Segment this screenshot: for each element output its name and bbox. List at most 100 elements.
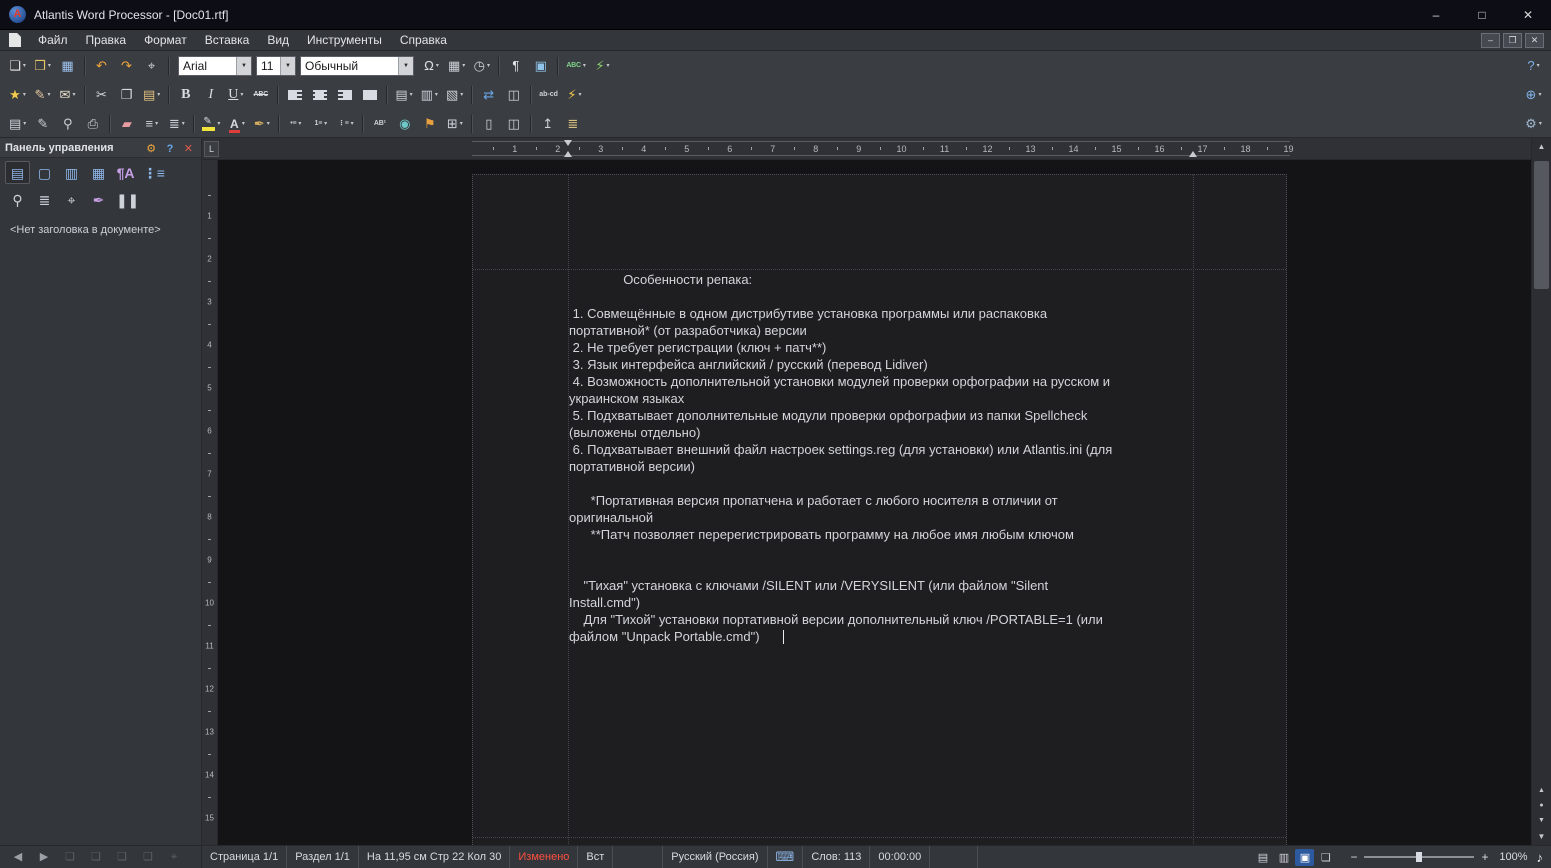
scroll-down-button[interactable]: ▼ <box>1532 828 1551 845</box>
paste-button[interactable]: ▤ ▾ <box>140 84 163 106</box>
options-button[interactable]: ⚙ ▾ <box>1522 113 1545 135</box>
status-modified[interactable]: Изменено <box>510 846 579 868</box>
panel-settings-icon[interactable]: ⚙ <box>146 143 156 155</box>
paragraph[interactable]: "Тихая" установка с ключами /SILENT или … <box>569 577 1193 611</box>
panel-fields-button[interactable]: ▦ <box>86 161 111 184</box>
window-minimize-button[interactable]: – <box>1413 0 1459 29</box>
paragraph[interactable] <box>569 560 1193 577</box>
menu-edit[interactable]: Правка <box>77 31 136 49</box>
nav-forward-button[interactable]: ▶ <box>32 848 56 867</box>
menu-tools[interactable]: Инструменты <box>298 31 391 49</box>
paragraph[interactable]: 3. Язык интерфейса английский / русский … <box>569 356 1193 373</box>
paragraph[interactable] <box>569 288 1193 305</box>
browse-target-button[interactable]: ● <box>1532 798 1551 813</box>
view-web-button[interactable]: ▥ <box>1274 849 1293 866</box>
nav-prev-page-button[interactable]: ❑ <box>110 848 134 867</box>
doc-minimize-button[interactable]: – <box>1481 32 1500 48</box>
columns-one-button[interactable]: ▯ ▾ <box>477 113 500 135</box>
sync-scroll-button[interactable]: ⇄ ▾ <box>477 84 500 106</box>
scrollbar-track[interactable] <box>1532 155 1551 783</box>
eraser-button[interactable]: ▰ ▾ <box>115 113 138 135</box>
menu-help[interactable]: Справка <box>391 31 456 49</box>
redo-button[interactable]: ↷ ▾ <box>115 55 138 77</box>
underline-button[interactable]: U ▾ <box>224 84 247 106</box>
zoom-slider[interactable] <box>1364 852 1475 862</box>
left-indent-marker[interactable] <box>564 151 572 157</box>
insert-frame-button[interactable]: ▥ ▾ <box>418 84 441 106</box>
side-by-side-button[interactable]: ◫ ▾ <box>502 84 525 106</box>
font-name-combo[interactable]: Arial ▼ <box>178 55 252 76</box>
panel-styles-button[interactable]: ¶A <box>113 161 138 184</box>
font-color-button[interactable]: A ▾ <box>225 113 248 135</box>
scrollbar-thumb[interactable] <box>1534 161 1549 289</box>
status-position[interactable]: На 11,95 см Стр 22 Кол 30 <box>359 846 511 868</box>
insert-field-button[interactable]: ▦ ▾ <box>445 55 468 77</box>
panel-headings-button[interactable]: ▤ <box>5 161 30 184</box>
tab-stop-selector[interactable]: L <box>204 141 219 157</box>
outline-numbering-button[interactable]: ⋮≡ ▾ <box>334 113 357 135</box>
print-preview-button[interactable]: ▣ ▾ <box>529 55 552 77</box>
cut-button[interactable]: ✂ ▾ <box>90 84 113 106</box>
autocorrect-button[interactable]: ⚡ ▾ <box>591 55 614 77</box>
status-insert-mode[interactable]: Вст <box>578 846 614 868</box>
save-special-button[interactable]: ✎ ▾ <box>31 84 54 106</box>
zoom-slider-thumb[interactable] <box>1416 852 1423 862</box>
status-word-count[interactable]: Слов: 113 <box>803 846 871 868</box>
menu-format[interactable]: Формат <box>135 31 196 49</box>
strikethrough-button[interactable]: ABC ▾ <box>249 84 272 106</box>
view-fullscreen-button[interactable]: ❏ <box>1316 849 1335 866</box>
paragraph[interactable]: **Патч позволяет перерегистрировать прог… <box>569 526 1193 543</box>
panel-help-icon[interactable]: ? <box>167 143 174 155</box>
status-language[interactable]: Русский (Россия) <box>663 846 768 868</box>
font-size-combo[interactable]: 11 ▼ <box>256 55 296 76</box>
edit-document-button[interactable]: ✎ ▾ <box>31 113 54 135</box>
panel-close-icon[interactable]: ✕ <box>184 143 193 155</box>
document-page[interactable]: Особенности репака: 1. Совмещённые в одн… <box>472 174 1287 845</box>
paragraph-spacing-button[interactable]: ≣ ▾ <box>165 113 188 135</box>
spellcheck-button[interactable]: ABC ▾ <box>563 55 589 77</box>
document-area[interactable]: Особенности репака: 1. Совмещённые в одн… <box>218 160 1531 845</box>
scroll-up-button[interactable]: ▲ <box>1532 138 1551 155</box>
bold-button[interactable]: B ▾ <box>174 84 197 106</box>
panel-lists-button[interactable]: ⋮≡ <box>140 161 168 184</box>
paragraph[interactable] <box>569 543 1193 560</box>
help-button[interactable]: ? ▾ <box>1522 55 1545 77</box>
flash-format-button[interactable]: ⚡ ▾ <box>563 84 586 106</box>
paragraph[interactable]: 2. Не требует регистрации (ключ + патч**… <box>569 339 1193 356</box>
align-justify-button[interactable]: ▾ <box>358 84 381 106</box>
browse-next-button[interactable]: ▼ <box>1532 813 1551 828</box>
paragraph[interactable] <box>569 475 1193 492</box>
nav-back-button[interactable]: ◀ <box>6 848 30 867</box>
print-button[interactable]: ⎙ ▾ <box>81 113 104 135</box>
paragraph-style-combo[interactable]: Обычный ▼ <box>300 55 414 76</box>
find-button[interactable]: ⌖ ▾ <box>140 55 163 77</box>
combo-arrow-icon[interactable]: ▼ <box>236 56 251 75</box>
line-spacing-button[interactable]: ≡ ▾ <box>140 113 163 135</box>
format-painter-button[interactable]: ✒ ▾ <box>250 113 273 135</box>
doc-close-button[interactable]: ✕ <box>1525 32 1544 48</box>
status-page[interactable]: Страница 1/1 <box>202 846 288 868</box>
menu-file[interactable]: Файл <box>29 31 77 49</box>
open-document-button[interactable]: ❒ ▾ <box>31 55 54 77</box>
paragraph[interactable]: Для "Тихой" установки портативной версии… <box>569 611 1193 645</box>
panel-palette-button[interactable]: ✒ <box>86 188 111 211</box>
window-maximize-button[interactable]: □ <box>1459 0 1505 29</box>
panel-objects-button[interactable]: ❚❚ <box>113 188 142 211</box>
keyboard-layout-icon[interactable]: ⌨ <box>768 846 804 868</box>
panel-zoom-button[interactable]: ⚲ <box>5 188 30 211</box>
bullets-button[interactable]: •≡ ▾ <box>284 113 307 135</box>
nav-goto-button[interactable]: ⌖ <box>162 848 186 867</box>
page-setup-button[interactable]: ▧ ▾ <box>443 84 466 106</box>
insert-table-button[interactable]: ⊞ ▾ <box>443 113 466 135</box>
menu-view[interactable]: Вид <box>258 31 298 49</box>
status-timer[interactable]: 00:00:00 <box>870 846 931 868</box>
paragraph[interactable]: 1. Совмещённые в одном дистрибутиве уста… <box>569 305 1193 339</box>
combo-arrow-icon[interactable]: ▼ <box>280 56 295 75</box>
highlight-button[interactable]: ▾ <box>199 113 223 135</box>
bookmark-button[interactable]: ⚑ ▾ <box>418 113 441 135</box>
undo-button[interactable]: ↶ ▾ <box>90 55 113 77</box>
footnote-button[interactable]: AB¹ ▾ <box>368 113 391 135</box>
nav-next-edit-button[interactable]: ❏ <box>84 848 108 867</box>
save-button[interactable]: ▦ ▾ <box>56 55 79 77</box>
formatting-marks-button[interactable]: ¶ ▾ <box>504 55 527 77</box>
